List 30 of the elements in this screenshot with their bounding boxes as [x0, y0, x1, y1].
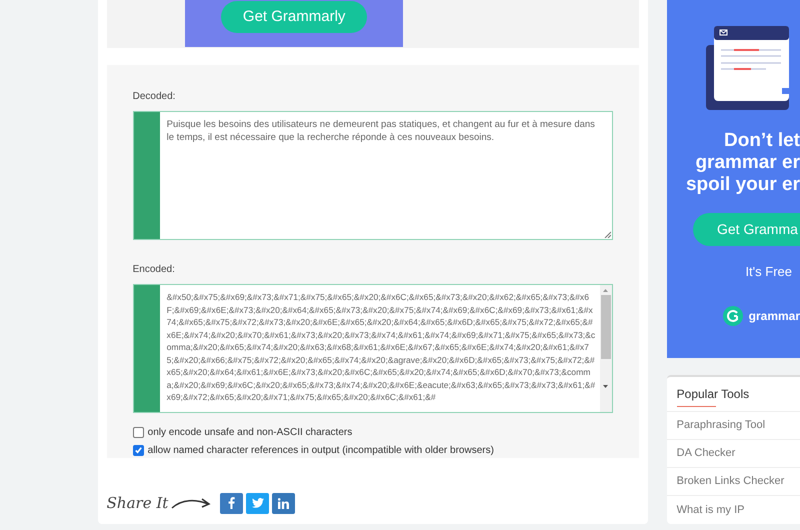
get-grammarly-button[interactable]: Get Grammarly	[220, 1, 368, 33]
logo-text: grammar	[748, 308, 800, 324]
resize-grip-icon[interactable]	[604, 231, 611, 238]
encoded-label: Encoded:	[132, 263, 176, 277]
encoded-textarea[interactable]: &#x50;&#x75;&#x69;&#x73;&#x71;&#x75;&#x65;&#x20;&#x6C;&#x65;&#x73;&#x20;&#x62;&#x65;&#x73;&#x6F;&#x69;&#x6E;&#x73;&#x20;&#x64;&#x65;&#x73;&#x20;&#x75;&#x74;&#x69;&#x6C;&#x69;&#x73;&#x61;&#x74;&#x65;&#x75;&#x72;&#x73;&#x20;&#x6E;&#x65;&#x20;&#x64;&#x65;&#x6D;&#x65;&#x75;&#x72;&#x65;&#x6E;&#x74;&#x20;&#x70;&#x61;&#x73;&#x20;&#x73;&#x74;&#x61;&#x74;&#x69;&#x71;&#x75;&#x65;&#x73;&comma;&#x20;&#x65;&#x74;&#x20;&#x63;&#x68;&#x61;&#x6E;&#x67;&#x65;&#x6E;&#x74;&#x20;&#x61;&#x75;&#x20;&#x66;&#x75;&#x72;&#x20;&#x65;&#x74;&#x20;&agrave;&#x20;&#x6D;&#x65;&#x73;&#x75;&#x72;&#x65;&#x20;&#x64;&#x61;&#x6E;&#x73;&#x20;&#x6C;&#x65;&#x20;&#x74;&#x65;&#x6D;&#x70;&#x73;&comma;&#x20;&#x69;&#x6C;&#x20;&#x65;&#x73;&#x74;&#x20;&#x6E;&eacute;&#x63;&#x65;&#x73;&#x73;&#x61;&#x69;&#x72;&#x65;&#x20;&#x71;&#x75;&#x65;&#x20;&#x6C;&#x61;&#	[132, 284, 613, 413]
share-button[interactable]	[220, 492, 244, 514]
scrollbar[interactable]	[600, 285, 612, 412]
free-note: It's Free	[745, 263, 792, 281]
share-button[interactable]	[272, 492, 296, 514]
decoded-textarea[interactable]: Puisque les besoins des utilisateurs ne demeurent pas statiques, et changent au fur et à mesure dans le temps, il est nécessaire que la recherche réponde à ces nouveaux besoins.	[132, 111, 613, 240]
tool-link[interactable]: Broken Links Checker	[666, 468, 800, 496]
g-logo-icon	[722, 306, 743, 326]
share-button[interactable]	[246, 492, 270, 514]
tool-link[interactable]: What is my IP	[666, 496, 800, 524]
get-grammarly-button[interactable]: Get Gramma	[693, 213, 800, 246]
share-label: Share It	[106, 493, 168, 514]
section-title: Popular Tools	[676, 386, 750, 403]
checkbox[interactable]	[132, 445, 144, 456]
linkedin-icon	[278, 498, 290, 509]
decoded-label: Decoded:	[132, 90, 176, 104]
ad-headline: spoil your er	[686, 174, 800, 196]
facebook-icon	[228, 497, 236, 510]
option-label: allow named character references in output (incompatible with older browsers)	[148, 444, 494, 458]
tool-link[interactable]: DA Checker	[666, 440, 800, 468]
ad-headline: Don’t let	[724, 130, 800, 152]
tool-link[interactable]: Paraphrasing Tool	[666, 412, 800, 440]
bird-icon	[252, 498, 264, 508]
ad-headline: grammar er	[695, 152, 800, 174]
checkbox[interactable]	[132, 427, 144, 438]
option-label: only encode unsafe and non-ASCII characters	[148, 426, 352, 440]
